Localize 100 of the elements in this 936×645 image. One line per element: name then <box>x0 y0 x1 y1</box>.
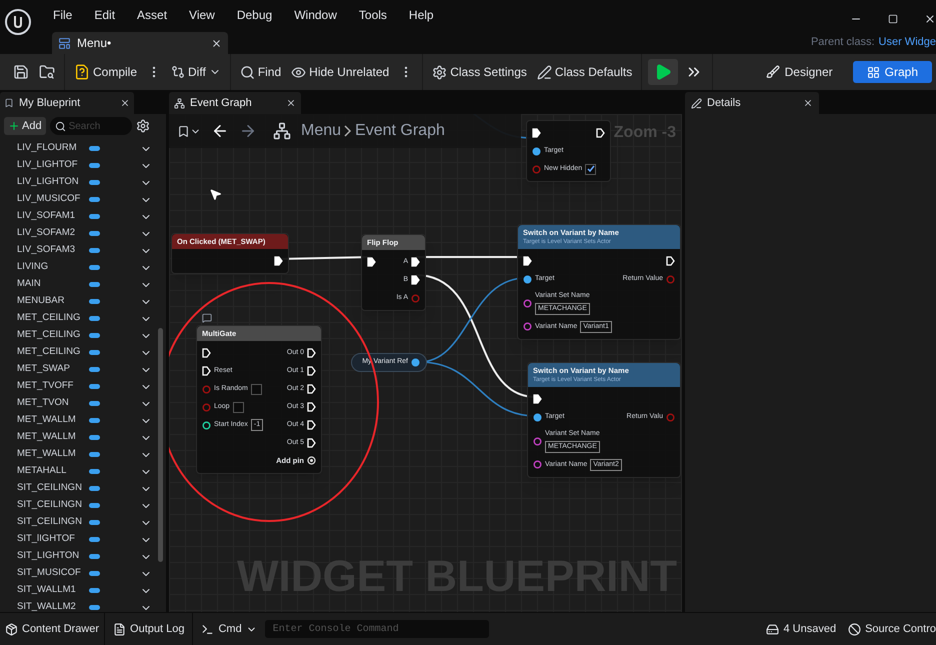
variable-list-item[interactable]: SIT_CEILINGN <box>17 480 158 497</box>
output-log-button[interactable]: Output Log <box>105 613 194 645</box>
variable-list-item[interactable]: SIT_WALLM2 <box>17 599 158 612</box>
variable-list-item[interactable]: MET_CEILING <box>17 310 158 327</box>
variable-list-item[interactable]: LIVING <box>17 259 158 276</box>
content-drawer-button[interactable]: Content Drawer <box>0 613 106 645</box>
variable-list-item[interactable]: MET_WALLM <box>17 412 158 429</box>
variable-list-item[interactable]: LIV_LIGHTOF <box>17 157 158 174</box>
forward-arrow-icon[interactable] <box>239 122 257 140</box>
menu-item[interactable]: View <box>189 6 215 24</box>
menu-item[interactable]: Help <box>408 6 434 24</box>
graph-tab[interactable]: Event Graph <box>169 92 301 114</box>
scrollbar-thumb[interactable] <box>158 328 163 562</box>
menu-item[interactable]: Window <box>294 6 337 24</box>
play-button[interactable] <box>648 59 678 85</box>
close-icon[interactable] <box>286 98 296 108</box>
close-icon[interactable] <box>803 98 813 108</box>
data-pin-icon[interactable] <box>533 460 542 470</box>
details-tab[interactable]: Details <box>685 92 819 114</box>
variable-list-item[interactable]: MET_TVOFF <box>17 378 158 395</box>
variable-list-item[interactable]: SIT_MUSICOF <box>17 565 158 582</box>
data-pin-icon[interactable] <box>411 358 420 367</box>
exec-pin-icon[interactable] <box>596 128 605 138</box>
data-pin-icon[interactable] <box>202 420 211 430</box>
breadcrumb-link[interactable]: Event Graph <box>355 119 445 143</box>
close-icon[interactable] <box>924 13 936 25</box>
variable-list-item[interactable]: LIV_SOFAM2 <box>17 225 158 242</box>
exec-pin-icon[interactable] <box>307 438 316 448</box>
exec-pin-icon[interactable] <box>307 366 316 376</box>
toolbar-button[interactable]: Compile <box>71 59 140 85</box>
variable-list-item[interactable]: LIV_LIGHTON <box>17 174 158 191</box>
unsaved-button[interactable]: 4 Unsaved <box>766 620 836 638</box>
variable-list-item[interactable]: MET_TVON <box>17 395 158 412</box>
variable-list-item[interactable]: SIT_WALLM1 <box>17 582 158 599</box>
variable-list-item[interactable]: MET_SWAP <box>17 361 158 378</box>
close-icon[interactable] <box>211 38 222 48</box>
variable-list-item[interactable]: SIT_lIGHTOF <box>17 531 158 548</box>
variable-list-item[interactable]: LIV_FLOURM <box>17 140 158 157</box>
exec-pin-icon[interactable] <box>307 348 316 358</box>
mode-tab[interactable]: Designer <box>752 61 847 83</box>
add-button[interactable]: Add <box>4 117 46 135</box>
bookmark-menu-button[interactable] <box>177 124 201 138</box>
data-pin-icon[interactable] <box>532 146 541 156</box>
graph-canvas[interactable] <box>169 114 682 612</box>
exec-pin-icon[interactable] <box>533 394 542 404</box>
exec-pin-icon[interactable] <box>411 257 420 268</box>
search-field[interactable]: Search <box>50 117 132 135</box>
exec-pin-icon[interactable] <box>532 128 541 138</box>
variable-list-item[interactable]: MET_WALLM <box>17 429 158 446</box>
checkbox[interactable] <box>232 402 244 413</box>
variable-list-item[interactable]: METAHALL <box>17 463 158 480</box>
data-pin-icon[interactable] <box>523 274 532 284</box>
variable-list-item[interactable]: LIV_SOFAM3 <box>17 242 158 259</box>
exec-pin-icon[interactable] <box>367 257 376 268</box>
mode-tab[interactable]: Graph <box>852 61 932 83</box>
toolbar-button[interactable]: Diff <box>168 59 224 85</box>
exec-pin-icon[interactable] <box>666 256 675 266</box>
checkbox[interactable] <box>250 384 262 395</box>
variable-list-item[interactable]: MAIN <box>17 276 158 293</box>
toolbar-button[interactable]: Hide Unrelated <box>288 59 392 85</box>
document-tab[interactable]: Menu• <box>52 32 228 54</box>
toolbar-button[interactable]: Class Defaults <box>534 59 636 85</box>
menu-item[interactable]: Debug <box>236 6 272 24</box>
settings-icon[interactable] <box>136 119 150 133</box>
menu-item[interactable]: Asset <box>137 6 168 24</box>
exec-pin-icon[interactable] <box>307 420 316 430</box>
variable-list-item[interactable]: SIT_LIGHTON <box>17 548 158 565</box>
variable-list-item[interactable]: MET_CEILING <box>17 344 158 361</box>
checkbox[interactable] <box>585 164 596 174</box>
exec-pin-icon[interactable] <box>202 366 211 376</box>
variable-list-item[interactable]: MET_WALLM <box>17 446 158 463</box>
variable-list-item[interactable]: LIV_SOFAM1 <box>17 208 158 225</box>
variable-list-item[interactable]: MENUBAR <box>17 293 158 310</box>
data-pin-icon[interactable] <box>523 298 532 308</box>
cmd-dropdown[interactable]: Cmd <box>193 613 265 645</box>
menu-item[interactable]: Edit <box>94 6 116 24</box>
variable-list-item[interactable]: SIT_CEILINGN <box>17 497 158 514</box>
data-pin-icon[interactable] <box>533 436 542 446</box>
exec-pin-icon[interactable] <box>411 275 420 286</box>
panel-tab[interactable]: My Blueprint <box>0 92 134 114</box>
exec-pin-icon[interactable] <box>307 384 316 394</box>
data-pin-icon[interactable] <box>533 412 542 422</box>
variable-list-item[interactable]: LIV_MUSICOF <box>17 191 158 208</box>
parent-class-link[interactable]: User Widge <box>878 34 936 50</box>
toolbar-button[interactable]: Class Settings <box>429 59 530 85</box>
menu-item[interactable]: Tools <box>358 6 387 24</box>
exec-pin-icon[interactable] <box>202 348 211 358</box>
maximize-icon[interactable] <box>888 14 898 24</box>
exec-pin-icon[interactable] <box>523 256 532 266</box>
data-pin-icon[interactable] <box>523 322 532 332</box>
toolbar-button[interactable]: Find <box>236 59 284 85</box>
exec-pin-icon[interactable] <box>307 402 316 412</box>
menu-item[interactable]: File <box>53 6 72 24</box>
close-icon[interactable] <box>120 98 130 108</box>
exec-pin-icon[interactable] <box>274 256 283 266</box>
console-input-field[interactable]: Enter Console Command <box>264 620 489 638</box>
source-control-button[interactable]: Source Contro <box>848 620 936 638</box>
variable-list-item[interactable]: MET_CEILING <box>17 327 158 344</box>
breadcrumb-link[interactable]: Menu <box>301 119 342 143</box>
variable-list-item[interactable]: SIT_CEILINGN <box>17 514 158 531</box>
